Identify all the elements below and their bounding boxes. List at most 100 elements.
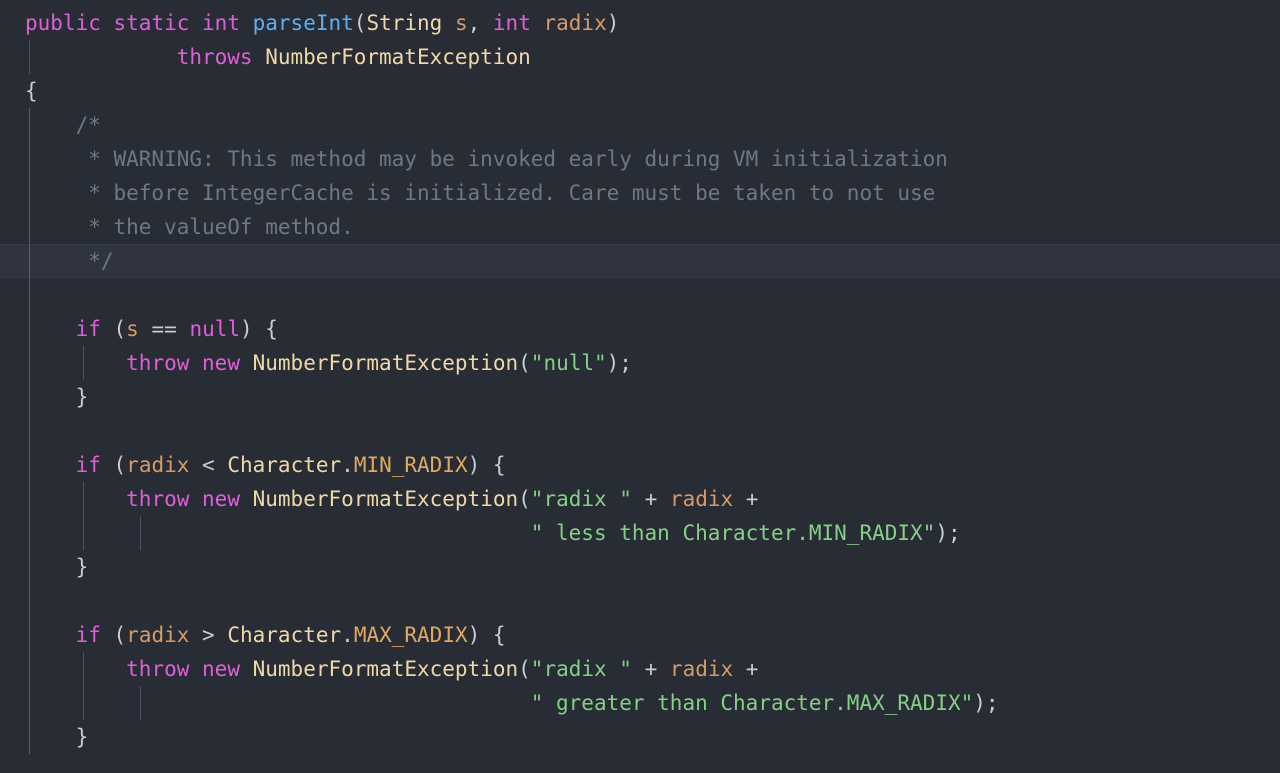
token-punct [25, 113, 76, 137]
token-type: Character [227, 623, 342, 647]
token-punct: } [75, 725, 89, 749]
token-punct: , [467, 11, 493, 35]
token-string: "radix " [530, 487, 632, 511]
token-keyword: throw [126, 487, 190, 511]
code-line[interactable]: { [25, 74, 38, 108]
code-line[interactable]: } [25, 550, 89, 584]
token-string: " less than Character.MIN_RADIX" [530, 521, 936, 545]
code-line[interactable]: } [25, 380, 89, 414]
token-variable: radix [543, 11, 607, 35]
token-punct [632, 657, 645, 681]
token-punct [733, 657, 746, 681]
token-operator: + [644, 657, 658, 681]
token-type: String [366, 11, 443, 35]
code-line[interactable]: throws NumberFormatException [25, 40, 531, 74]
code-line[interactable]: /* [25, 108, 101, 142]
token-keyword: if [75, 623, 101, 647]
token-comment: * before IntegerCache is initialized. Ca… [88, 181, 936, 205]
token-punct: { [25, 79, 38, 103]
token-variable: radix [126, 453, 190, 477]
token-punct [25, 249, 88, 273]
token-punct: ( [518, 657, 531, 681]
code-line[interactable]: if (s == null) { [25, 312, 278, 346]
token-punct: ) { [240, 317, 278, 341]
token-punct [25, 181, 88, 205]
current-line-highlight [0, 244, 1280, 278]
token-punct [189, 487, 202, 511]
token-punct [657, 657, 670, 681]
token-punct [25, 45, 177, 69]
token-punct: ( [353, 11, 367, 35]
code-editor[interactable]: public static int parseInt(String s, int… [0, 0, 1280, 773]
code-line[interactable]: throw new NumberFormatException("radix "… [25, 482, 758, 516]
token-comment: * the valueOf method. [88, 215, 354, 239]
token-punct [177, 317, 190, 341]
token-punct [25, 691, 531, 715]
token-punct [25, 385, 76, 409]
token-punct [442, 11, 455, 35]
token-punct [25, 555, 76, 579]
token-punct [240, 487, 253, 511]
token-punct [189, 351, 202, 375]
code-line[interactable]: * the valueOf method. [25, 210, 354, 244]
token-keyword: static [113, 11, 190, 35]
code-line[interactable]: * before IntegerCache is initialized. Ca… [25, 176, 935, 210]
token-comment: */ [88, 249, 114, 273]
token-punct [25, 657, 126, 681]
token-string: " greater than Character.MAX_RADIX" [530, 691, 974, 715]
token-punct: . [341, 623, 354, 647]
token-keyword: public [25, 11, 101, 35]
token-punct [25, 215, 88, 239]
token-operator: + [745, 657, 759, 681]
token-keyword: if [75, 453, 101, 477]
token-operator: < [202, 453, 215, 477]
token-punct [733, 487, 746, 511]
token-string: "null" [530, 351, 607, 375]
token-operator: > [202, 623, 215, 647]
code-line[interactable]: } [25, 720, 89, 754]
token-keyword: new [202, 351, 240, 375]
token-keyword: throw [126, 351, 190, 375]
token-punct [215, 453, 228, 477]
token-keyword: new [202, 657, 240, 681]
code-line[interactable]: throw new NumberFormatException("radix "… [25, 652, 758, 686]
token-punct [632, 487, 645, 511]
token-punct [657, 487, 670, 511]
token-operator: == [151, 317, 177, 341]
token-variable: radix [126, 623, 190, 647]
code-line[interactable]: throw new NumberFormatException("null"); [25, 346, 632, 380]
token-punct [25, 521, 531, 545]
token-variable: s [126, 317, 139, 341]
code-line[interactable]: " greater than Character.MAX_RADIX"); [25, 686, 999, 720]
token-type: NumberFormatException [252, 351, 519, 375]
token-punct: } [75, 385, 89, 409]
token-punct [25, 487, 126, 511]
token-punct: ); [935, 521, 961, 545]
token-punct [531, 11, 544, 35]
code-line[interactable]: public static int parseInt(String s, int… [25, 6, 619, 40]
token-punct [240, 657, 253, 681]
token-keyword: throw [126, 657, 190, 681]
token-variable: s [454, 11, 468, 35]
token-punct: ( [518, 487, 531, 511]
code-line[interactable]: " less than Character.MIN_RADIX"); [25, 516, 961, 550]
code-line[interactable]: * WARNING: This method may be invoked ea… [25, 142, 948, 176]
token-punct: ( [518, 351, 531, 375]
token-comment: /* [75, 113, 101, 137]
token-method: parseInt [252, 11, 354, 35]
token-punct [189, 453, 202, 477]
code-line[interactable]: if (radix < Character.MIN_RADIX) { [25, 448, 506, 482]
token-punct [25, 351, 126, 375]
code-line[interactable]: if (radix > Character.MAX_RADIX) { [25, 618, 506, 652]
token-punct [253, 45, 266, 69]
token-keyword: new [202, 487, 240, 511]
token-operator: + [745, 487, 759, 511]
token-type: Character [227, 453, 342, 477]
code-line[interactable]: */ [25, 244, 114, 278]
token-operator: + [644, 487, 658, 511]
token-comment: * WARNING: This method may be invoked ea… [88, 147, 948, 171]
token-punct: ) [606, 11, 620, 35]
token-keyword: null [189, 317, 241, 341]
token-punct [25, 317, 76, 341]
token-keyword: throws [176, 45, 253, 69]
